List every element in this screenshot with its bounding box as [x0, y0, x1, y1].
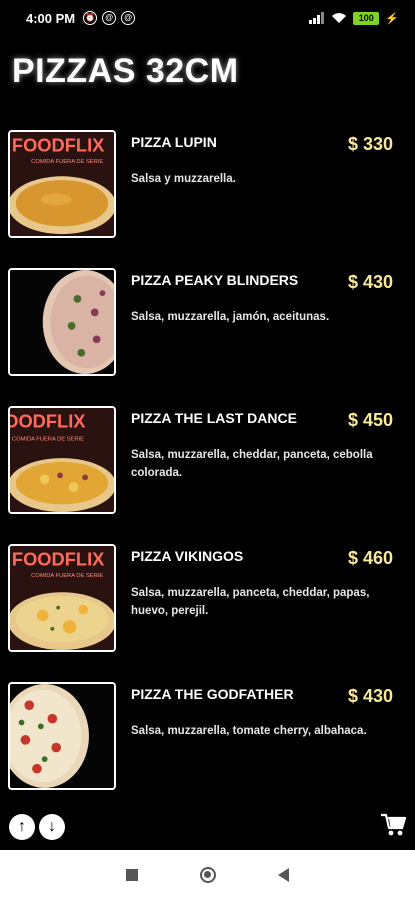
menu-list: FOODFLIX COMIDA FUERA DE SERIE PIZZA LUP… [0, 128, 415, 818]
back-icon[interactable] [278, 868, 289, 882]
logo-tagline: COMIDA FUERA DE SERIE [31, 159, 103, 165]
pizza-the-godfather-photo [10, 684, 114, 788]
scroll-down-button[interactable]: ↓ [39, 814, 65, 840]
arrow-down-icon: ↓ [48, 818, 56, 835]
item-description: Salsa, muzzarella, cheddar, panceta, ceb… [131, 449, 373, 479]
cart-icon [381, 813, 407, 836]
status-bar: 4:00 PM ⏰ @ @ 100 ⚡ [0, 0, 415, 36]
pizza-lupin-photo: FOODFLIX COMIDA FUERA DE SERIE [10, 132, 114, 236]
scroll-up-button[interactable]: ↑ [9, 814, 35, 840]
menu-item[interactable]: FOODFLIX COMIDA FUERA DE SERIE PIZZA VIK… [0, 542, 415, 680]
item-name: PIZZA THE GODFATHER [131, 686, 294, 702]
item-price: $ 460 [347, 548, 393, 568]
home-icon[interactable] [200, 867, 216, 883]
cart-button[interactable] [380, 812, 407, 838]
item-name: PIZZA VIKINGOS [131, 548, 244, 564]
item-price: $ 330 [347, 134, 393, 154]
notification-icon: @ [102, 11, 117, 25]
item-description: Salsa, muzzarella, tomate cherry, albaha… [131, 725, 367, 737]
logo-tagline: COMIDA FUERA DE SERIE [12, 437, 84, 443]
item-name: PIZZA THE LAST DANCE [131, 410, 297, 426]
menu-item[interactable]: PIZZA PEAKY BLINDERS $ 430 Salsa, muzzar… [0, 266, 415, 404]
item-name: PIZZA PEAKY BLINDERS [131, 272, 299, 288]
item-description: Salsa, muzzarella, jamón, aceitunas. [131, 311, 330, 323]
item-name: PIZZA LUPIN [131, 134, 217, 150]
pizza-image: FOODFLIX COMIDA FUERA DE SERIE [8, 544, 116, 652]
menu-item[interactable]: FOODFLIX COMIDA FUERA DE SERIE PIZZA LUP… [0, 128, 415, 266]
system-nav-bar [0, 850, 415, 900]
item-price: $ 450 [347, 410, 393, 430]
logo-watermark: FOODFLIX [12, 134, 105, 155]
battery-icon: 100 [353, 11, 380, 25]
item-price: $ 430 [347, 686, 393, 706]
logo-watermark: OODFLIX [10, 410, 86, 431]
pizza-peaky-blinders-photo [10, 270, 114, 374]
menu-item[interactable]: PIZZA THE GODFATHER $ 430 Salsa, muzzare… [0, 680, 415, 818]
alarm-icon: ⏰ [83, 11, 98, 25]
pizza-vikingos-photo: FOODFLIX COMIDA FUERA DE SERIE [10, 546, 114, 650]
menu-item[interactable]: OODFLIX COMIDA FUERA DE SERIE PIZZA THE … [0, 404, 415, 542]
arrow-up-icon: ↑ [18, 818, 26, 835]
pizza-the-last-dance-photo: OODFLIX COMIDA FUERA DE SERIE [10, 408, 114, 512]
charging-icon: ⚡ [385, 12, 399, 25]
pizza-image: FOODFLIX COMIDA FUERA DE SERIE [8, 130, 116, 238]
status-time: 4:00 PM [26, 10, 76, 26]
pizza-image [8, 268, 116, 376]
item-price: $ 430 [347, 272, 393, 292]
page-title: PIZZAS 32CM [12, 52, 239, 90]
recents-icon[interactable] [126, 869, 138, 881]
item-description: Salsa y muzzarella. [131, 173, 236, 185]
pizza-image [8, 682, 116, 790]
signal-icon [309, 12, 325, 24]
pizza-image: OODFLIX COMIDA FUERA DE SERIE [8, 406, 116, 514]
logo-tagline: COMIDA FUERA DE SERIE [31, 573, 103, 579]
wifi-icon [332, 13, 347, 23]
notification-icon-2: @ [121, 11, 136, 25]
item-description: Salsa, muzzarella, panceta, cheddar, pap… [131, 587, 370, 617]
status-right: 100 ⚡ [309, 11, 399, 25]
logo-watermark: FOODFLIX [12, 548, 105, 569]
